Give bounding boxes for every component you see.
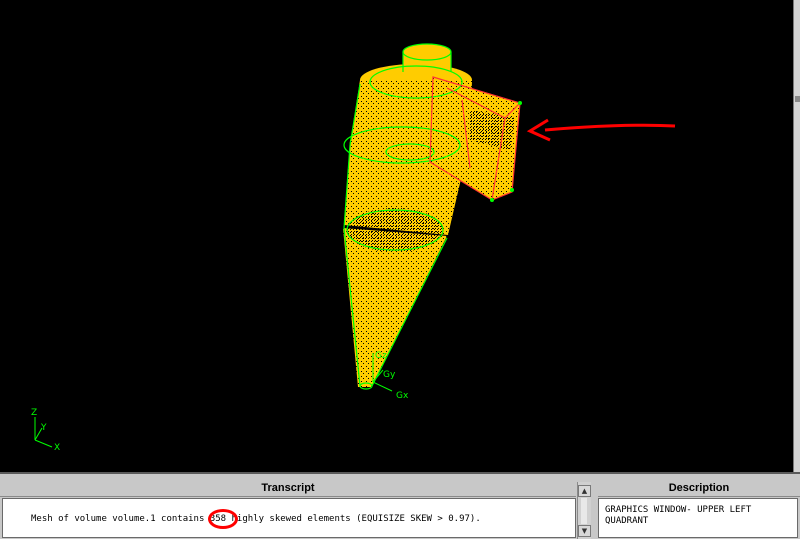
axis-label-z: Z	[31, 408, 37, 418]
count-highlight-circle	[208, 509, 238, 529]
graphics-scrollbar[interactable]	[793, 0, 800, 472]
transcript-line: Mesh of volume volume.1 contains 358 hig…	[31, 514, 481, 524]
axis-label-y: Y	[40, 423, 47, 433]
scroll-down-icon[interactable]: ▼	[578, 525, 591, 537]
axis-label-x: X	[54, 443, 60, 453]
graphics-window[interactable]: Gz Gy Gx Z Y X	[0, 0, 793, 472]
transcript-text-area[interactable]: Mesh of volume volume.1 contains 358 hig…	[2, 498, 576, 538]
graphics-scrollbar-thumb[interactable]	[795, 96, 800, 102]
axis-label-gz: Gz	[375, 351, 387, 361]
transcript-line-prefix: Mesh of volume volume.1 contains	[31, 514, 210, 524]
annotation-arrow-icon	[544, 123, 676, 132]
mesh-viewport[interactable]: Gz Gy Gx Z Y X	[0, 0, 793, 472]
description-text-area: GRAPHICS WINDOW- UPPER LEFT QUADRANT	[598, 498, 798, 538]
description-text: GRAPHICS WINDOW- UPPER LEFT QUADRANT	[605, 505, 752, 526]
transcript-title: Transcript	[0, 480, 576, 497]
transcript-scroll-track[interactable]	[581, 498, 587, 524]
transcript-scrollbar[interactable]: ▲ ▼	[577, 482, 591, 539]
axis-label-gx: Gx	[396, 391, 409, 401]
description-title: Description	[598, 480, 800, 497]
bottom-panel: Transcript Mesh of volume volume.1 conta…	[0, 472, 800, 539]
axis-label-gy: Gy	[383, 370, 396, 380]
transcript-line-suffix: highly skewed elements (EQUISIZE SKEW > …	[226, 514, 481, 524]
scroll-up-icon[interactable]: ▲	[578, 485, 591, 497]
